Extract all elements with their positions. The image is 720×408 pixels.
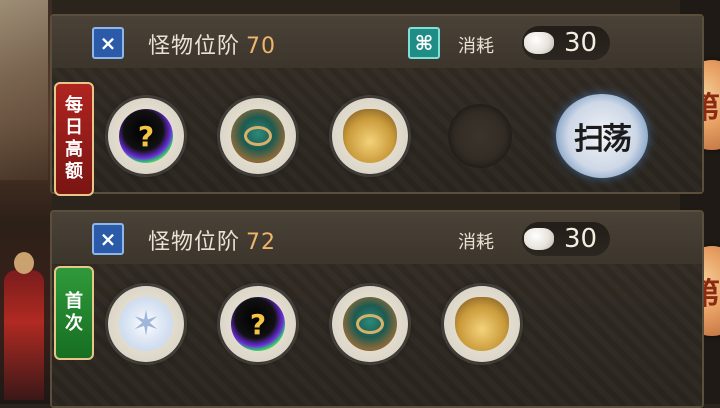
row-2-header: ⨯ 怪物位阶 72 消耗 30 xyxy=(52,212,702,265)
row-2-cost-label: 消耗 xyxy=(458,232,494,253)
reward-spirit-creature[interactable] xyxy=(220,98,296,174)
reward-mystery-orb[interactable]: ? xyxy=(108,98,184,174)
row-1-tier-number: 70 xyxy=(246,34,277,59)
mystery-orb-icon: ? xyxy=(231,297,285,351)
left-character-art xyxy=(0,0,52,404)
row-1-cost-value: 30 xyxy=(564,28,598,58)
first-clear-tag: 首 次 xyxy=(54,266,94,360)
monster-tier-icon: ⨯ xyxy=(92,223,124,255)
potion-bottle-icon xyxy=(343,109,397,163)
sweep-button[interactable]: 扫荡 xyxy=(556,94,648,178)
row-1-cost-pill: 30 xyxy=(522,26,610,60)
row-1-header: ⨯ 怪物位阶 70 ⌘ 消耗 30 xyxy=(52,16,702,69)
first-tag-char-1: 首 xyxy=(65,291,83,312)
row-2-title: 怪物位阶 72 xyxy=(148,224,276,256)
row-1-cost-label: 消耗 xyxy=(458,36,494,57)
reward-mystery-orb[interactable]: ? xyxy=(220,286,296,362)
daily-tag-char-2: 日 xyxy=(65,117,83,138)
crystal-star-icon: ✶ xyxy=(119,297,173,351)
monster-tier-icon: ⨯ xyxy=(92,27,124,59)
white-jade-icon xyxy=(524,32,554,54)
row-2-cost-value: 30 xyxy=(564,224,598,254)
row-1-title: 怪物位阶 70 xyxy=(148,28,276,60)
mystery-orb-icon: ? xyxy=(119,109,173,163)
row-2-cost-pill: 30 xyxy=(522,222,610,256)
spirit-creature-icon xyxy=(343,297,397,351)
reward-crystal-star[interactable]: ✶ xyxy=(108,286,184,362)
daily-tag-char-3: 高 xyxy=(65,139,83,160)
row-2-tier-number: 72 xyxy=(246,230,277,255)
potion-bottle-icon xyxy=(455,297,509,351)
daily-tag-char-4: 额 xyxy=(65,161,83,182)
reward-spirit-creature[interactable] xyxy=(332,286,408,362)
spirit-creature-icon xyxy=(231,109,285,163)
sweep-ticket-icon: ⌘ xyxy=(408,27,440,59)
white-jade-icon xyxy=(524,228,554,250)
character-cloth-art xyxy=(0,0,48,180)
daily-bonus-tag: 每 日 高 额 xyxy=(54,82,94,196)
daily-tag-char-1: 每 xyxy=(65,95,83,116)
row-1-title-label: 怪物位阶 xyxy=(148,34,241,59)
red-robed-figure-art xyxy=(4,252,44,400)
reward-potion[interactable] xyxy=(444,286,520,362)
row-2-title-label: 怪物位阶 xyxy=(148,230,241,255)
reward-potion[interactable] xyxy=(332,98,408,174)
first-tag-char-2: 次 xyxy=(65,313,83,334)
empty-reward-slot xyxy=(448,104,512,168)
